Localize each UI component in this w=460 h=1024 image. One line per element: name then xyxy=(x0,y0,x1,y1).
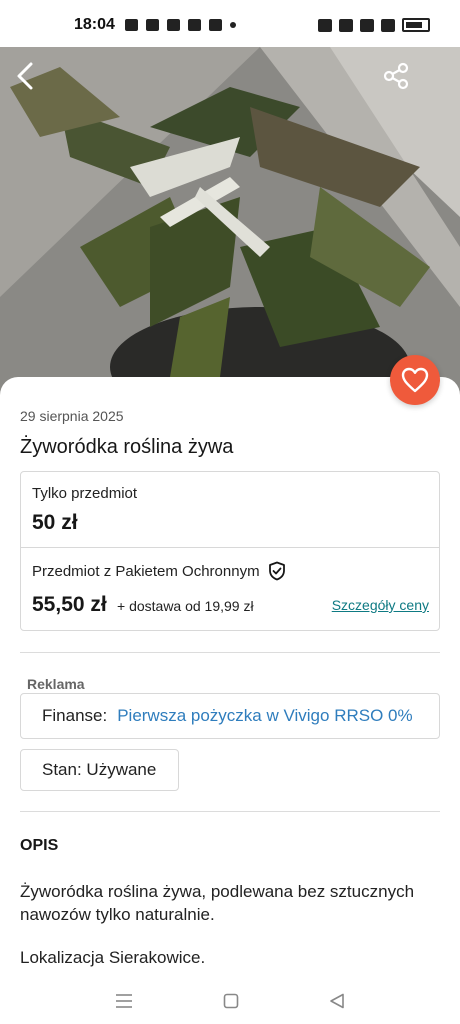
description-location: Lokalizacja Sierakowice. xyxy=(20,948,206,967)
back-triangle-icon[interactable] xyxy=(329,993,345,1009)
notification-icons xyxy=(124,19,236,31)
vibrate-icon xyxy=(360,18,374,32)
app-icon xyxy=(145,19,159,31)
protected-price: 55,50 zł xyxy=(32,593,107,616)
app-icon xyxy=(166,19,180,31)
section-divider xyxy=(20,652,440,653)
item-only-price: 50 zł xyxy=(32,511,78,534)
mail-icon xyxy=(208,19,222,31)
app-icon xyxy=(187,19,201,31)
system-icons xyxy=(318,18,430,32)
product-photo[interactable] xyxy=(0,47,460,397)
description-heading: OPIS xyxy=(20,837,59,854)
ad-link[interactable]: Pierwsza pożyczka w Vivigo RRSO 0% xyxy=(117,706,412,726)
share-icon xyxy=(383,62,409,90)
home-icon[interactable] xyxy=(223,993,239,1009)
share-button[interactable] xyxy=(382,62,426,106)
description-text: Żyworódka roślina żywa, podlewana bez sz… xyxy=(20,882,415,924)
price-divider xyxy=(21,547,439,548)
listing-title: Żyworódka roślina żywa xyxy=(20,436,234,458)
ad-prefix: Finanse: xyxy=(42,706,108,725)
alarm-icon xyxy=(339,18,353,32)
condition-badge[interactable]: Stan: Używane xyxy=(20,749,179,791)
protected-label: Przedmiot z Pakietem Ochronnym xyxy=(32,562,260,580)
section-divider xyxy=(20,811,440,812)
price-box: Tylko przedmiot 50 zł Przedmiot z Pakiet… xyxy=(20,471,440,631)
favorite-button[interactable] xyxy=(390,355,440,405)
ad-label: Reklama xyxy=(27,676,85,692)
back-arrow-icon xyxy=(17,62,33,90)
shipping-info: + dostawa od 19,99 zł xyxy=(117,598,254,614)
menu-icon[interactable] xyxy=(115,993,133,1009)
nfc-icon xyxy=(318,18,332,32)
status-time: 18:04 xyxy=(74,16,115,33)
chat-icon xyxy=(124,19,138,31)
status-bar: 18:04 xyxy=(0,0,460,50)
battery-icon xyxy=(402,18,430,32)
signal-icon xyxy=(381,18,395,32)
more-dot-icon xyxy=(229,22,236,28)
price-details-link[interactable]: Szczegóły ceny xyxy=(332,597,429,613)
heart-icon xyxy=(401,367,429,393)
back-button[interactable] xyxy=(14,61,58,105)
protected-label-row: Przedmiot z Pakietem Ochronnym xyxy=(32,561,286,581)
item-only-label: Tylko przedmiot xyxy=(32,485,138,502)
ad-banner[interactable]: Finanse: Pierwsza pożyczka w Vivigo RRSO… xyxy=(20,693,440,739)
listing-date: 29 sierpnia 2025 xyxy=(20,408,124,424)
system-nav-bar xyxy=(0,977,460,1024)
shield-check-icon[interactable] xyxy=(268,561,286,581)
